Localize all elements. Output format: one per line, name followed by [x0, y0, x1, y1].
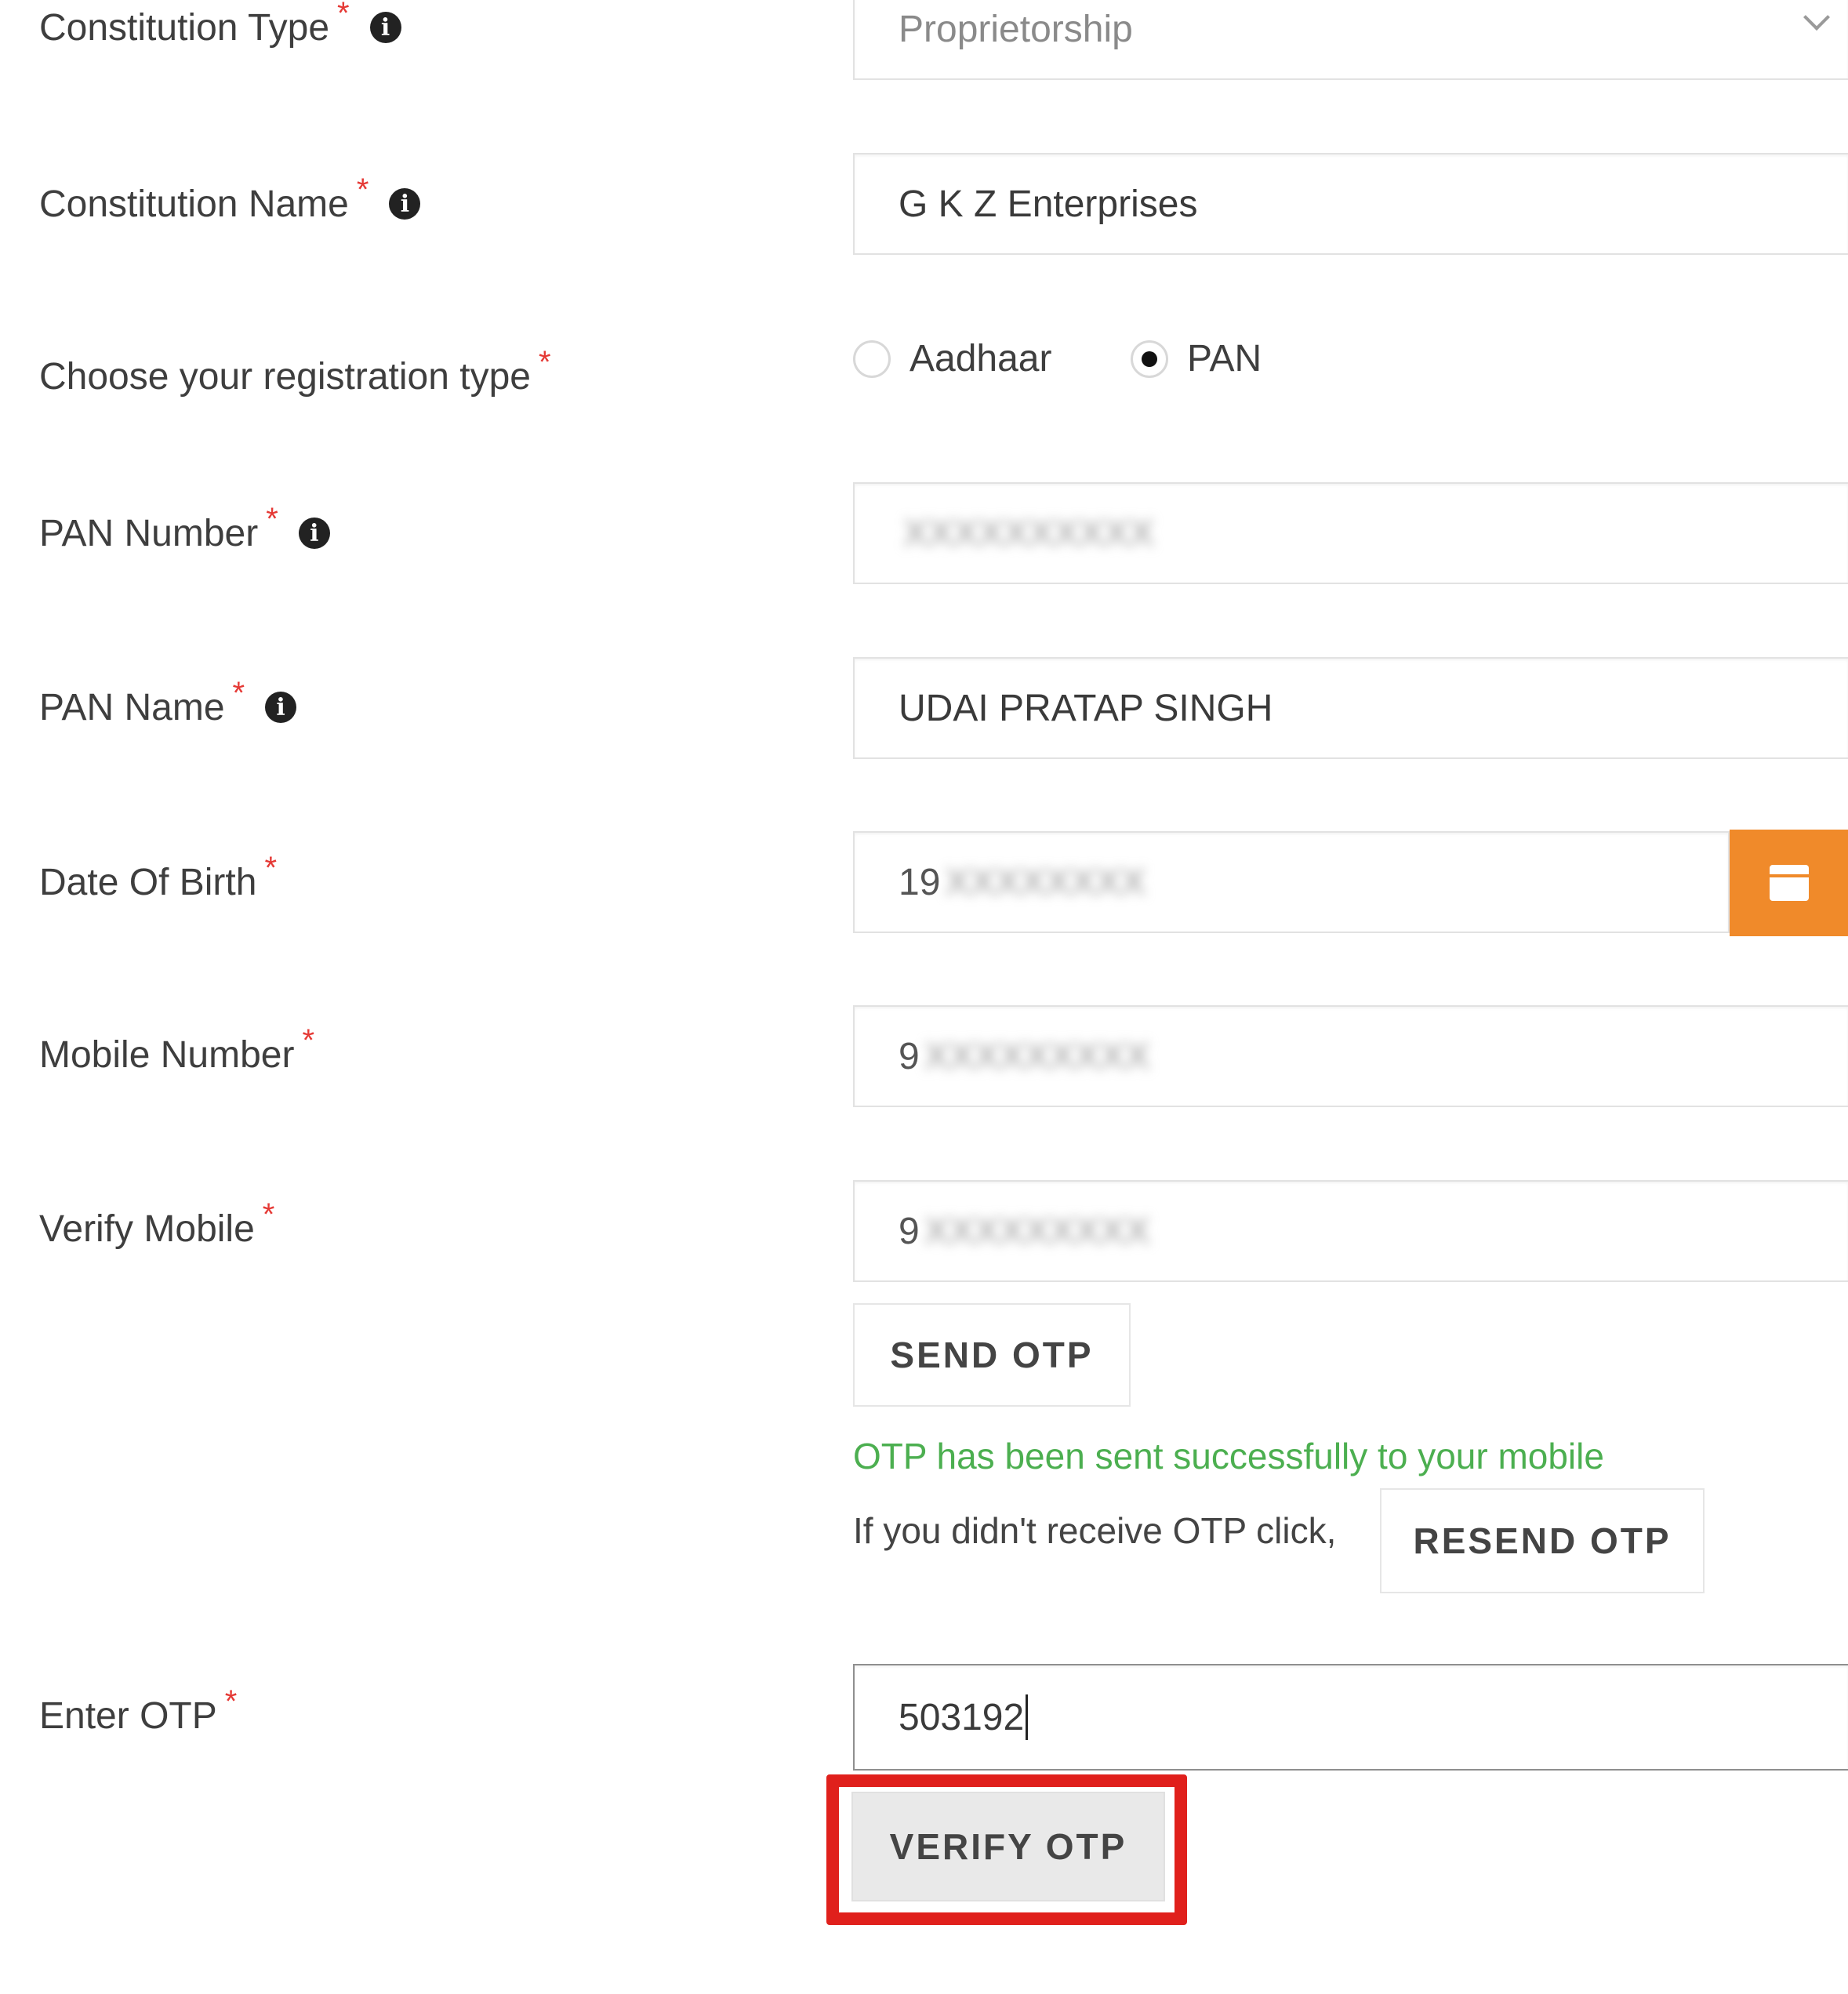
- mobile-visible-prefix: 9: [899, 1035, 920, 1077]
- dob-label: Date Of Birth *: [39, 851, 277, 913]
- constitution-type-label-text: Constitution Type: [39, 6, 330, 49]
- verify-mobile-input[interactable]: 9 XXXXXXXXX: [853, 1180, 1848, 1282]
- enter-otp-value: 503192: [899, 1696, 1025, 1738]
- required-marker: *: [262, 1197, 275, 1232]
- pan-name-value: UDAI PRATAP SINGH: [899, 687, 1273, 729]
- constitution-name-value: G K Z Enterprises: [899, 183, 1198, 225]
- required-marker: *: [302, 1022, 315, 1058]
- pan-number-label-text: PAN Number: [39, 512, 259, 554]
- pan-number-input[interactable]: XXXXXXXXXX: [853, 482, 1848, 584]
- constitution-type-select[interactable]: Proprietorship: [853, 0, 1848, 80]
- info-icon[interactable]: i: [389, 188, 421, 220]
- text-caret: [1026, 1694, 1029, 1740]
- info-icon[interactable]: i: [265, 692, 297, 723]
- constitution-name-label-text: Constitution Name: [39, 183, 349, 225]
- info-icon[interactable]: i: [369, 12, 401, 43]
- send-otp-button[interactable]: SEND OTP: [853, 1303, 1131, 1407]
- mobile-masked-value: XXXXXXXXX: [924, 1035, 1150, 1077]
- required-marker: *: [266, 501, 278, 536]
- required-marker: *: [356, 172, 369, 207]
- verify-mobile-label-text: Verify Mobile: [39, 1208, 255, 1250]
- registration-type-label: Choose your registration type *: [39, 345, 551, 408]
- dob-input[interactable]: 19 XXXXXXXX: [853, 831, 1730, 933]
- mobile-number-label: Mobile Number *: [39, 1023, 314, 1086]
- radio-selected-dot: [1142, 350, 1157, 367]
- pan-number-masked-value: XXXXXXXXXX: [903, 512, 1155, 554]
- radio-aadhaar-circle[interactable]: [853, 340, 891, 378]
- required-marker: *: [337, 0, 350, 31]
- radio-pan-circle[interactable]: [1131, 340, 1168, 378]
- verify-mobile-visible-prefix: 9: [899, 1210, 920, 1252]
- otp-success-message: OTP has been sent successfully to your m…: [853, 1436, 1604, 1476]
- verify-mobile-label: Verify Mobile *: [39, 1197, 274, 1260]
- required-marker: *: [539, 344, 551, 380]
- resend-prompt: If you didn't receive OTP click,: [853, 1510, 1337, 1551]
- pan-name-input[interactable]: UDAI PRATAP SINGH: [853, 657, 1848, 759]
- constitution-name-input[interactable]: G K Z Enterprises: [853, 153, 1848, 255]
- registration-type-label-text: Choose your registration type: [39, 355, 531, 398]
- calendar-button[interactable]: [1730, 830, 1848, 936]
- constitution-type-label: Constitution Type * i: [39, 0, 401, 59]
- radio-aadhaar-label: Aadhaar: [909, 338, 1052, 380]
- chevron-down-icon: [1803, 4, 1830, 31]
- radio-aadhaar[interactable]: Aadhaar: [853, 337, 1051, 380]
- pan-name-label: PAN Name * i: [39, 675, 297, 739]
- pan-number-label: PAN Number * i: [39, 502, 330, 565]
- pan-name-label-text: PAN Name: [39, 686, 225, 728]
- calendar-icon: [1769, 865, 1809, 901]
- required-marker: *: [224, 1683, 238, 1719]
- constitution-type-value: Proprietorship: [899, 8, 1133, 50]
- mobile-number-input[interactable]: 9 XXXXXXXXX: [853, 1005, 1848, 1107]
- radio-pan-label: PAN: [1187, 338, 1262, 380]
- enter-otp-label-text: Enter OTP: [39, 1694, 217, 1737]
- mobile-number-label-text: Mobile Number: [39, 1033, 295, 1076]
- resend-otp-button[interactable]: RESEND OTP: [1380, 1488, 1705, 1593]
- verify-mobile-masked-value: XXXXXXXXX: [924, 1210, 1150, 1252]
- required-marker: *: [264, 850, 278, 885]
- verify-otp-highlight-box: [826, 1774, 1187, 1925]
- enter-otp-input[interactable]: 503192: [853, 1664, 1848, 1771]
- dob-label-text: Date Of Birth: [39, 861, 257, 903]
- required-marker: *: [232, 675, 245, 710]
- dob-masked-value: XXXXXXXX: [945, 861, 1146, 903]
- constitution-name-label: Constitution Name * i: [39, 172, 421, 235]
- radio-pan[interactable]: PAN: [1131, 337, 1262, 380]
- info-icon[interactable]: i: [298, 518, 330, 549]
- enter-otp-label: Enter OTP *: [39, 1684, 237, 1747]
- dob-visible-prefix: 19: [899, 861, 941, 903]
